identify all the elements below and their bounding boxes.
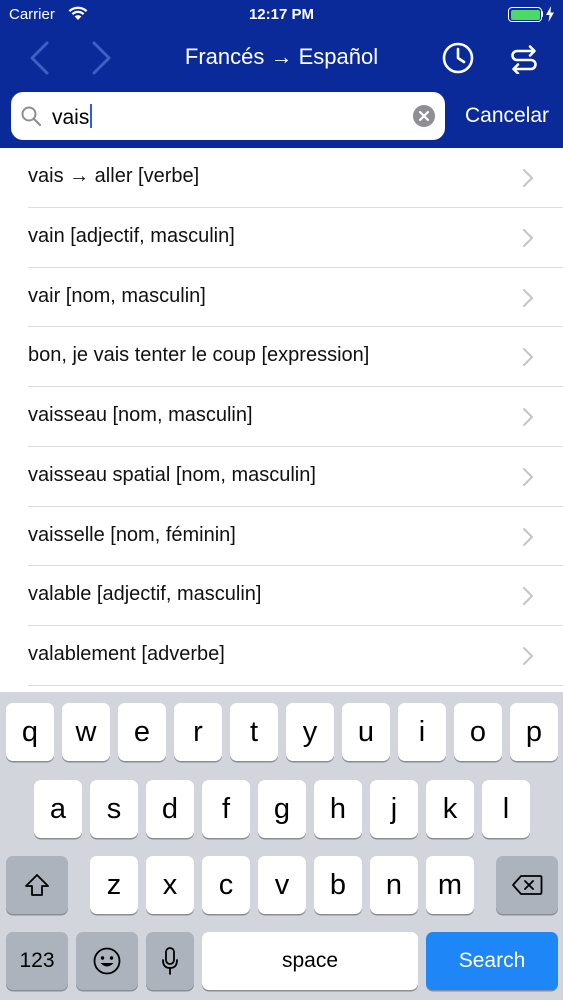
microphone-icon [162, 947, 178, 975]
key-f[interactable]: f [202, 780, 250, 838]
numbers-key[interactable]: 123 [6, 932, 68, 990]
emoji-icon [93, 947, 121, 975]
key-s[interactable]: s [90, 780, 138, 838]
clock-icon[interactable] [441, 41, 475, 75]
key-j[interactable]: j [370, 780, 418, 838]
clear-icon[interactable] [413, 105, 435, 127]
list-item-label: valable [adjectif, masculin] [28, 583, 262, 606]
key-y[interactable]: y [286, 703, 334, 761]
delete-key[interactable] [496, 856, 558, 914]
search-field[interactable]: vais [11, 92, 445, 140]
key-v[interactable]: v [258, 856, 306, 914]
key-q[interactable]: q [6, 703, 54, 761]
key-d[interactable]: d [146, 780, 194, 838]
battery-tip [541, 11, 543, 17]
shift-key[interactable] [6, 856, 68, 914]
emoji-key[interactable] [76, 932, 138, 990]
key-k[interactable]: k [426, 780, 474, 838]
list-item-label: bon, je vais tenter le coup [expression] [28, 344, 370, 367]
dictation-key[interactable] [146, 932, 194, 990]
key-t[interactable]: t [230, 703, 278, 761]
key-x[interactable]: x [146, 856, 194, 914]
backspace-icon [512, 875, 543, 895]
search-row: vais Cancelar [0, 92, 563, 142]
cancel-button[interactable]: Cancelar [455, 104, 559, 128]
search-icon [21, 106, 42, 127]
chevron-right-icon [523, 348, 533, 367]
page-title: Francés → Español [184, 44, 379, 69]
list-item[interactable]: bon, je vais tenter le coup [expression] [0, 327, 563, 387]
nav-bar: Francés → Español [0, 30, 563, 86]
chevron-right-icon [523, 288, 533, 307]
key-z[interactable]: z [90, 856, 138, 914]
key-g[interactable]: g [258, 780, 306, 838]
charging-bolt-icon [546, 6, 554, 22]
list-item-label: vais → aller [verbe] [28, 165, 200, 187]
chevron-right-icon [523, 587, 533, 606]
status-bar: Carrier 12:17 PM [0, 0, 563, 30]
shift-icon [25, 874, 49, 896]
divider [28, 684, 563, 686]
list-item-label: vaisseau [nom, masculin] [28, 404, 253, 426]
list-item-label: valablement [adverbe] [28, 643, 225, 665]
key-l[interactable]: l [482, 780, 530, 838]
list-item-label: vaisselle [nom, féminin] [28, 523, 236, 546]
battery-level [510, 9, 540, 20]
chevron-right-icon [523, 228, 533, 247]
text-caret [90, 104, 93, 128]
key-w[interactable]: w [62, 703, 110, 761]
search-input[interactable]: vais [52, 104, 93, 130]
list-item[interactable]: vaisselle [nom, féminin] [0, 507, 563, 567]
chevron-right-icon [523, 169, 533, 187]
chevron-right-icon [523, 408, 533, 426]
list-item[interactable]: valablement [adverbe] [0, 626, 563, 686]
swap-icon[interactable] [508, 42, 540, 74]
chevron-right-icon [523, 467, 533, 486]
list-item[interactable]: vain [adjectif, masculin] [0, 208, 563, 268]
list-item[interactable]: vaisseau spatial [nom, masculin] [0, 447, 563, 507]
battery-icon [508, 7, 542, 22]
key-r[interactable]: r [174, 703, 222, 761]
list-item[interactable]: vaisseau [nom, masculin] [0, 387, 563, 447]
list-item[interactable]: vair [nom, masculin] [0, 268, 563, 328]
list-item-label: vaisseau spatial [nom, masculin] [28, 463, 316, 486]
search-input-value: vais [52, 106, 90, 129]
key-n[interactable]: n [370, 856, 418, 914]
list-item[interactable]: vais → aller [verbe] [0, 148, 563, 208]
key-c[interactable]: c [202, 856, 250, 914]
key-i[interactable]: i [398, 703, 446, 761]
search-key[interactable]: Search [426, 932, 558, 990]
key-h[interactable]: h [314, 780, 362, 838]
list-item[interactable]: valable [adjectif, masculin] [0, 566, 563, 626]
key-p[interactable]: p [510, 703, 558, 761]
key-e[interactable]: e [118, 703, 166, 761]
keyboard: q w e r t y u i o p a s d f g h j k l z … [0, 692, 563, 1000]
list-item-label: vain [adjectif, masculin] [28, 224, 235, 247]
key-a[interactable]: a [34, 780, 82, 838]
key-u[interactable]: u [342, 703, 390, 761]
key-o[interactable]: o [454, 703, 502, 761]
key-m[interactable]: m [426, 856, 474, 914]
list-item-label: vair [nom, masculin] [28, 284, 206, 307]
app-header: Carrier 12:17 PM Francés → Español vais … [0, 0, 563, 148]
space-key[interactable]: space [202, 932, 418, 990]
results-list: vais → aller [verbe] vain [adjectif, mas… [0, 148, 563, 686]
chevron-right-icon [523, 527, 533, 546]
key-b[interactable]: b [314, 856, 362, 914]
status-time: 12:17 PM [248, 6, 315, 23]
chevron-right-icon [523, 647, 533, 665]
